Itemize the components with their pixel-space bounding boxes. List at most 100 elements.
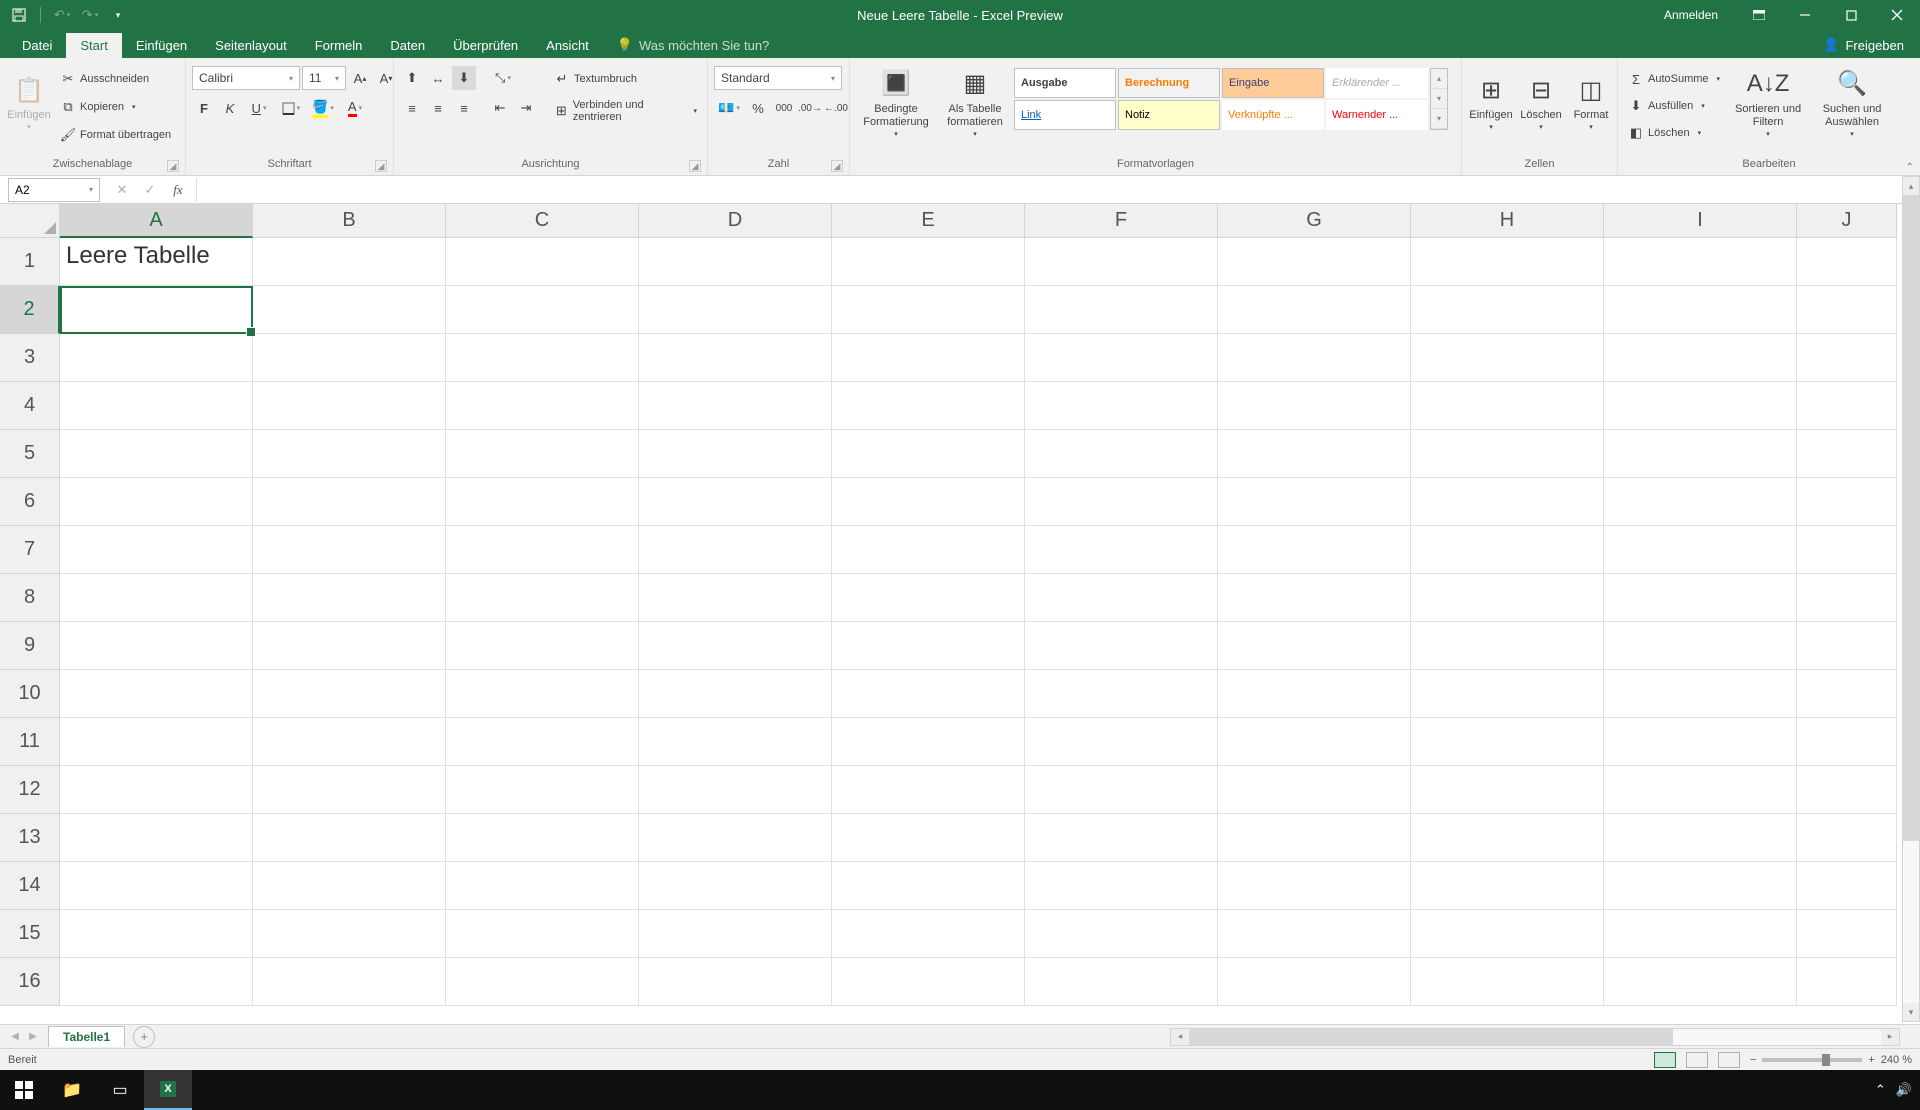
cell-F14[interactable] [1025, 862, 1218, 910]
enter-formula-icon[interactable]: ✓ [136, 178, 164, 202]
cell-H2[interactable] [1411, 286, 1604, 334]
tab-seitenlayout[interactable]: Seitenlayout [201, 33, 301, 58]
align-left-icon[interactable]: ≡ [400, 96, 424, 120]
cell-E14[interactable] [832, 862, 1025, 910]
cell-H16[interactable] [1411, 958, 1604, 1006]
cell-E9[interactable] [832, 622, 1025, 670]
cell-D9[interactable] [639, 622, 832, 670]
cell-C13[interactable] [446, 814, 639, 862]
cell-B14[interactable] [253, 862, 446, 910]
grow-font-icon[interactable]: A▴ [348, 66, 372, 90]
cell-C3[interactable] [446, 334, 639, 382]
cell-G16[interactable] [1218, 958, 1411, 1006]
cell-A5[interactable] [60, 430, 253, 478]
cell-G9[interactable] [1218, 622, 1411, 670]
row-head-7[interactable]: 7 [0, 526, 60, 574]
cell-J13[interactable] [1797, 814, 1897, 862]
cell-I10[interactable] [1604, 670, 1797, 718]
cell-F5[interactable] [1025, 430, 1218, 478]
cell-C1[interactable] [446, 238, 639, 286]
cell-J16[interactable] [1797, 958, 1897, 1006]
cell-H7[interactable] [1411, 526, 1604, 574]
cell-B3[interactable] [253, 334, 446, 382]
cell-H1[interactable] [1411, 238, 1604, 286]
cell-F3[interactable] [1025, 334, 1218, 382]
underline-button[interactable]: U▾ [244, 96, 274, 120]
cell-H8[interactable] [1411, 574, 1604, 622]
cell-B8[interactable] [253, 574, 446, 622]
cell-F1[interactable] [1025, 238, 1218, 286]
styles-scroll[interactable]: ▴▾▾ [1430, 68, 1448, 130]
row-head-15[interactable]: 15 [0, 910, 60, 958]
cell-F7[interactable] [1025, 526, 1218, 574]
tell-me[interactable]: 💡Was möchten Sie tun? [603, 32, 784, 58]
format-painter-button[interactable]: 🖌Format übertragen [56, 122, 175, 148]
col-head-C[interactable]: C [446, 204, 639, 238]
cell-G6[interactable] [1218, 478, 1411, 526]
scroll-up-icon[interactable]: ▴ [1903, 177, 1919, 195]
cell-J6[interactable] [1797, 478, 1897, 526]
row-head-11[interactable]: 11 [0, 718, 60, 766]
cell-H15[interactable] [1411, 910, 1604, 958]
collapse-ribbon-icon[interactable]: ⌃ [1906, 162, 1914, 173]
cell-E4[interactable] [832, 382, 1025, 430]
cell-F16[interactable] [1025, 958, 1218, 1006]
cell-I7[interactable] [1604, 526, 1797, 574]
cell-I9[interactable] [1604, 622, 1797, 670]
undo-icon[interactable]: ↶▾ [51, 4, 73, 26]
font-size-combo[interactable]: 11▾ [302, 66, 346, 90]
tab-ueberpruefen[interactable]: Überprüfen [439, 33, 532, 58]
cell-D5[interactable] [639, 430, 832, 478]
scroll-down-icon[interactable]: ▾ [1903, 1003, 1919, 1021]
taskview-icon[interactable]: ▭ [96, 1070, 144, 1110]
cell-E10[interactable] [832, 670, 1025, 718]
row-head-8[interactable]: 8 [0, 574, 60, 622]
cell-C16[interactable] [446, 958, 639, 1006]
cell-A9[interactable] [60, 622, 253, 670]
cell-C14[interactable] [446, 862, 639, 910]
row-head-16[interactable]: 16 [0, 958, 60, 1006]
spreadsheet-grid[interactable]: ABCDEFGHIJ 12345678910111213141516 Leere… [0, 204, 1920, 1024]
cell-F6[interactable] [1025, 478, 1218, 526]
cell-B7[interactable] [253, 526, 446, 574]
cell-H4[interactable] [1411, 382, 1604, 430]
indent-decrease-icon[interactable]: ⇤ [488, 96, 512, 120]
row-head-6[interactable]: 6 [0, 478, 60, 526]
sheet-tab-tabelle1[interactable]: Tabelle1 [48, 1026, 125, 1047]
cell-J2[interactable] [1797, 286, 1897, 334]
fill-color-button[interactable]: 🪣▾ [308, 96, 338, 120]
row-head-10[interactable]: 10 [0, 670, 60, 718]
cell-F9[interactable] [1025, 622, 1218, 670]
zoom-level[interactable]: 240 % [1881, 1054, 1912, 1066]
col-head-B[interactable]: B [253, 204, 446, 238]
cell-G4[interactable] [1218, 382, 1411, 430]
cell-G7[interactable] [1218, 526, 1411, 574]
tab-daten[interactable]: Daten [376, 33, 439, 58]
cell-F8[interactable] [1025, 574, 1218, 622]
cell-D3[interactable] [639, 334, 832, 382]
cell-J9[interactable] [1797, 622, 1897, 670]
style-link[interactable]: Link [1014, 100, 1116, 130]
number-launcher[interactable]: ◢ [831, 160, 843, 172]
cell-A7[interactable] [60, 526, 253, 574]
row-head-9[interactable]: 9 [0, 622, 60, 670]
zoom-out-icon[interactable]: − [1750, 1054, 1756, 1066]
align-center-icon[interactable]: ≡ [426, 96, 450, 120]
sheet-nav-next[interactable]: ▶ [24, 1031, 42, 1042]
cell-C8[interactable] [446, 574, 639, 622]
add-sheet-button[interactable]: + [133, 1026, 155, 1048]
cell-B9[interactable] [253, 622, 446, 670]
font-launcher[interactable]: ◢ [375, 160, 387, 172]
cell-E13[interactable] [832, 814, 1025, 862]
cell-H9[interactable] [1411, 622, 1604, 670]
clear-button[interactable]: ◧Löschen▾ [1624, 120, 1724, 146]
cell-D7[interactable] [639, 526, 832, 574]
cell-A3[interactable] [60, 334, 253, 382]
cell-J10[interactable] [1797, 670, 1897, 718]
decrease-decimal-icon[interactable]: ←.00 [824, 96, 848, 120]
cell-A1[interactable]: Leere Tabelle [60, 238, 253, 286]
hscroll-thumb[interactable] [1189, 1029, 1673, 1045]
page-layout-view-icon[interactable] [1686, 1052, 1708, 1068]
cell-A14[interactable] [60, 862, 253, 910]
cell-D14[interactable] [639, 862, 832, 910]
